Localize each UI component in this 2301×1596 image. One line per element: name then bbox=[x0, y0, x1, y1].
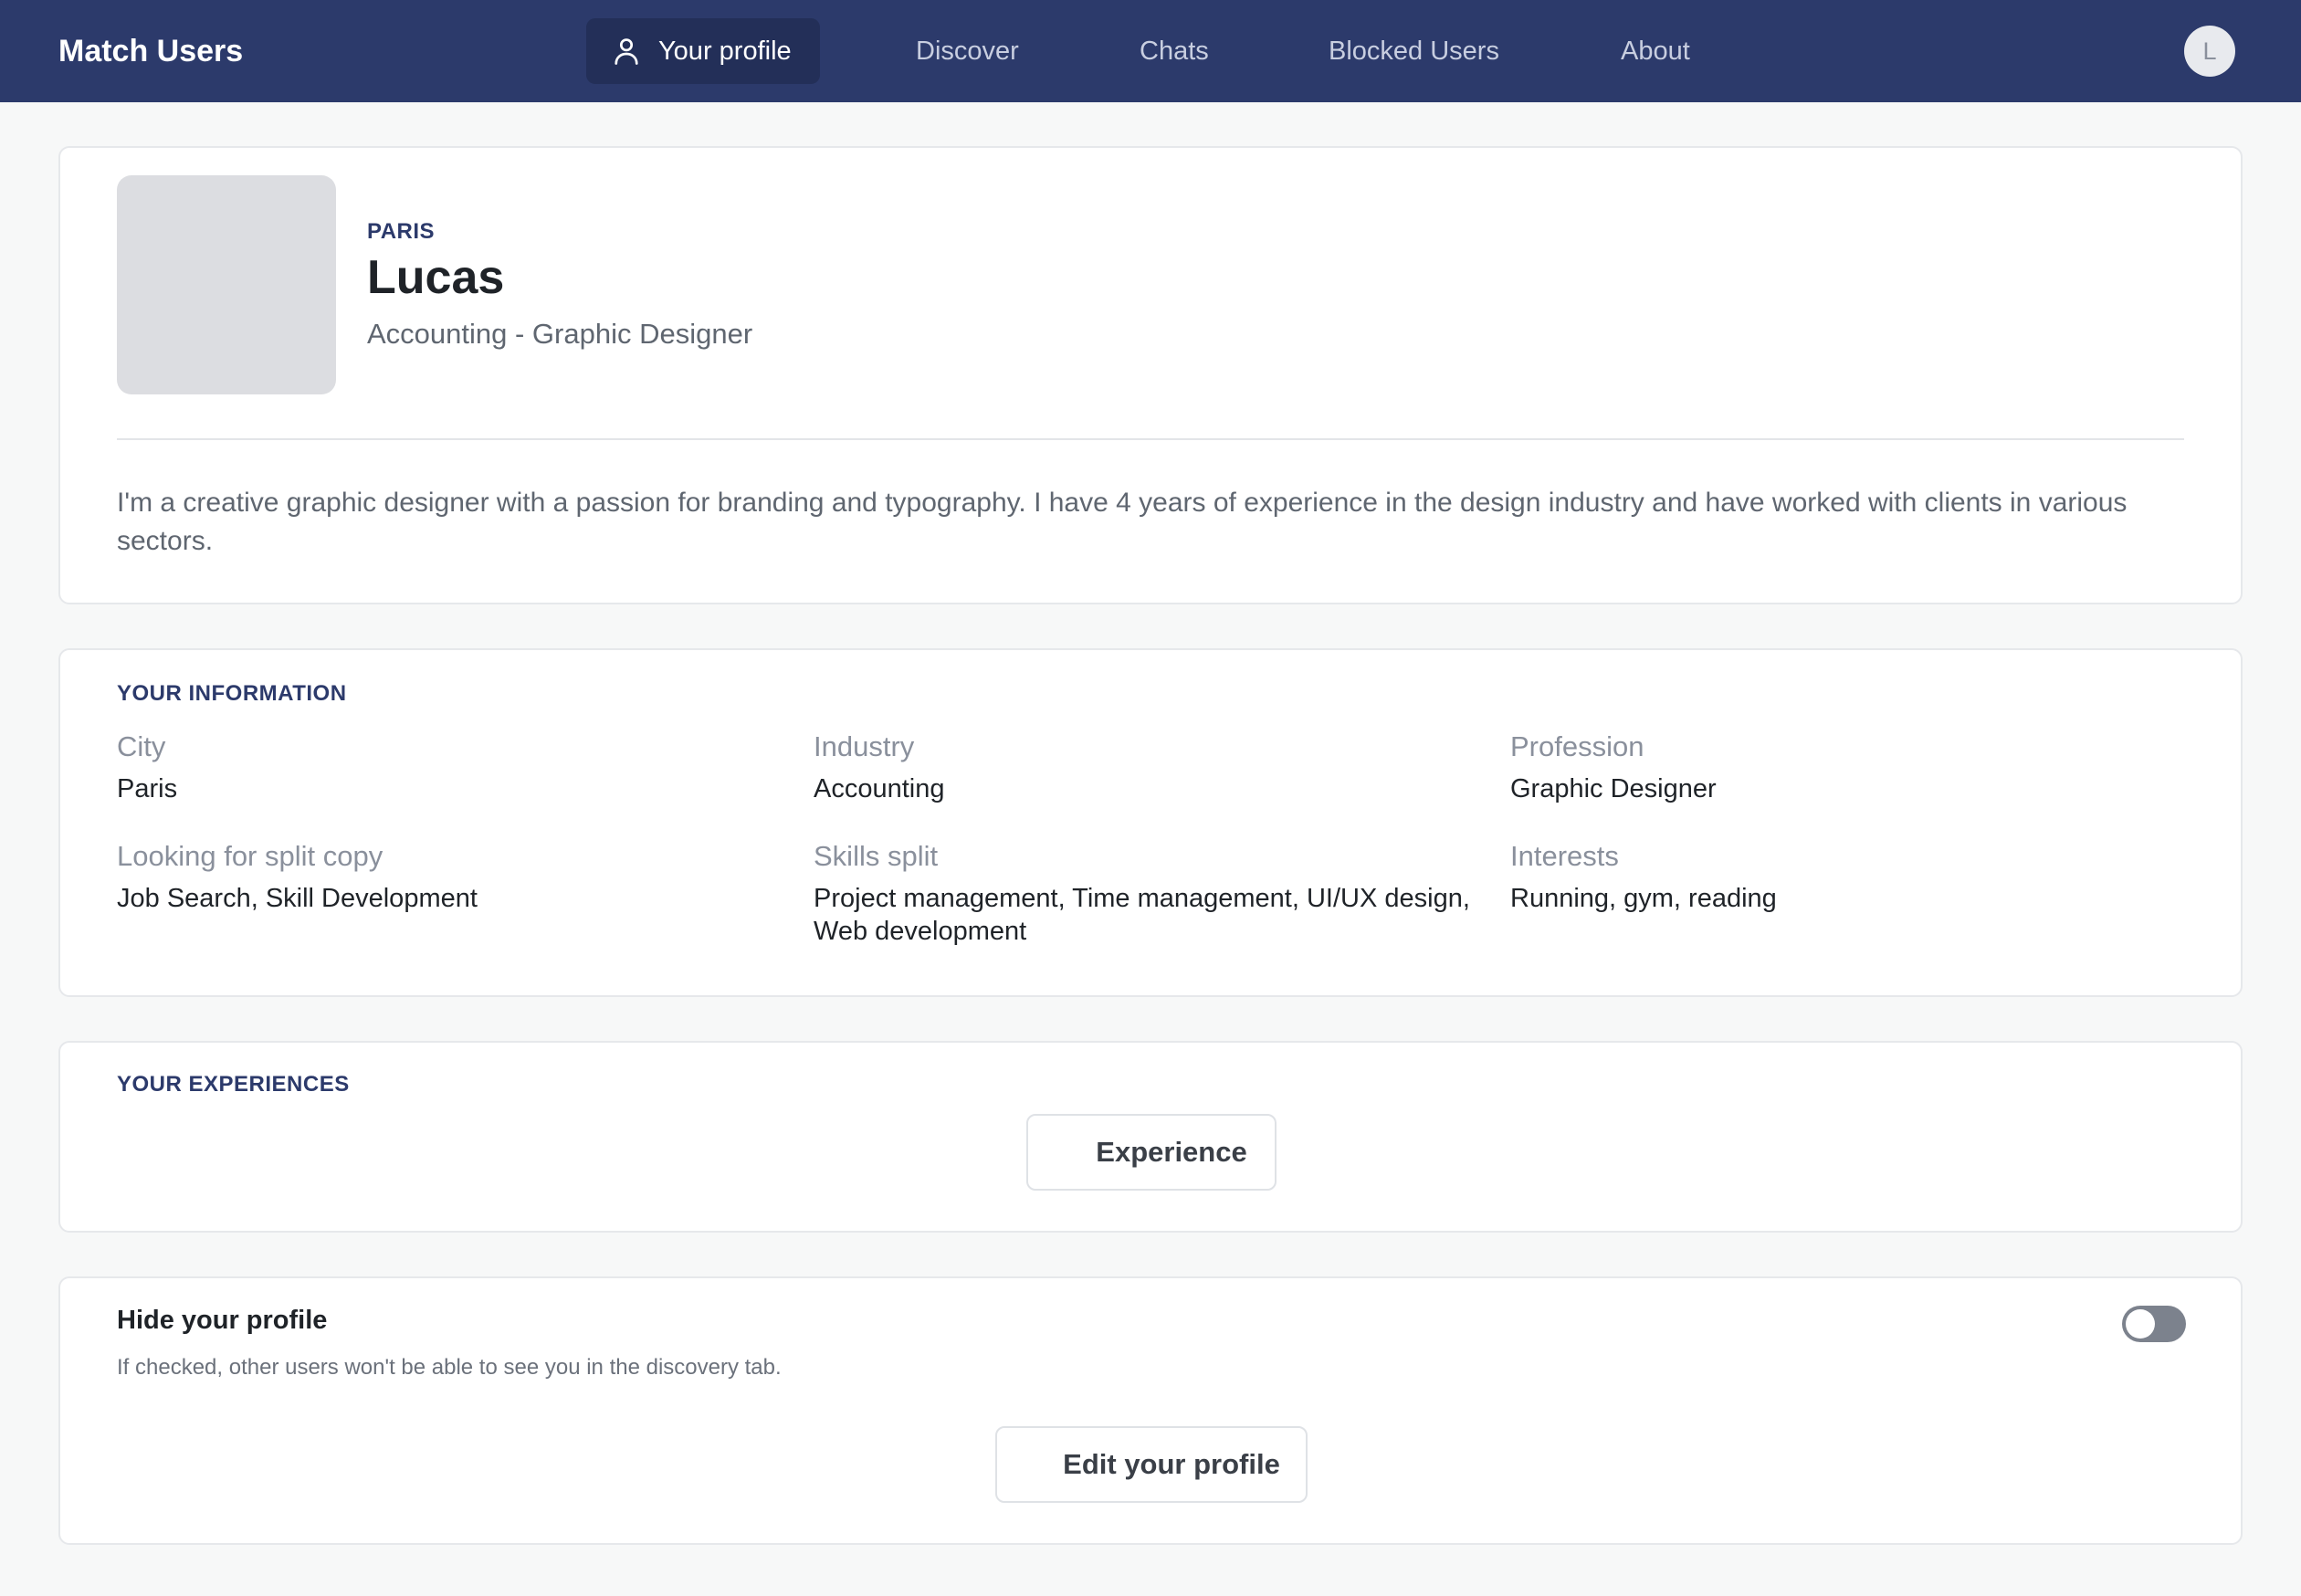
app-title[interactable]: Match Users bbox=[58, 0, 243, 102]
top-navbar: Match Users Your profile Discover Chats … bbox=[0, 0, 2301, 102]
edit-profile-button-label: Edit your profile bbox=[1063, 1448, 1280, 1480]
field-label-looking-for: Looking for split copy bbox=[117, 840, 384, 872]
visibility-card: Hide your profile If checked, other user… bbox=[58, 1276, 2243, 1545]
hide-profile-title: Hide your profile bbox=[117, 1306, 328, 1335]
toggle-knob bbox=[2126, 1309, 2155, 1339]
field-value-looking-for: Job Search, Skill Development bbox=[117, 884, 478, 913]
experience-button-label: Experience bbox=[1096, 1136, 1247, 1168]
divider bbox=[117, 438, 2184, 440]
section-title-experiences: YOUR EXPERIENCES bbox=[117, 1072, 350, 1097]
profile-subtitle: Accounting - Graphic Designer bbox=[367, 318, 753, 350]
profile-photo bbox=[117, 175, 336, 394]
nav-tab-blocked-users[interactable]: Blocked Users bbox=[1329, 0, 1499, 102]
field-value-industry: Accounting bbox=[814, 774, 945, 803]
edit-profile-button[interactable]: Edit your profile bbox=[995, 1426, 1308, 1503]
field-value-profession: Graphic Designer bbox=[1510, 774, 1717, 803]
nav-tab-your-profile[interactable]: Your profile bbox=[586, 18, 820, 84]
field-label-industry: Industry bbox=[814, 730, 915, 762]
field-value-interests: Running, gym, reading bbox=[1510, 884, 1777, 913]
section-title-information: YOUR INFORMATION bbox=[117, 681, 347, 706]
hide-profile-description: If checked, other users won't be able to… bbox=[117, 1355, 782, 1380]
nav-tab-about[interactable]: About bbox=[1621, 0, 1690, 102]
user-avatar[interactable]: L bbox=[2184, 26, 2235, 77]
profile-bio: I'm a creative graphic designer with a p… bbox=[117, 488, 2128, 556]
field-label-profession: Profession bbox=[1510, 730, 1644, 762]
field-label-interests: Interests bbox=[1510, 840, 1619, 872]
information-card: YOUR INFORMATION City Paris Industry Acc… bbox=[58, 648, 2243, 997]
profile-card: PARIS Lucas Accounting - Graphic Designe… bbox=[58, 146, 2243, 604]
nav-tab-label: Your profile bbox=[658, 37, 792, 66]
field-value-city: Paris bbox=[117, 774, 178, 803]
field-label-city: City bbox=[117, 730, 166, 762]
user-icon bbox=[615, 38, 638, 65]
profile-name: Lucas bbox=[367, 251, 505, 304]
field-label-skills: Skills split bbox=[814, 840, 939, 872]
profile-location: PARIS bbox=[367, 219, 436, 244]
nav-tab-discover[interactable]: Discover bbox=[916, 0, 1019, 102]
experiences-card: YOUR EXPERIENCES Experience bbox=[58, 1041, 2243, 1233]
field-value-skills: Project management, Time management, UI/… bbox=[814, 884, 1470, 946]
nav-tab-chats[interactable]: Chats bbox=[1140, 0, 1209, 102]
experience-button[interactable]: Experience bbox=[1026, 1114, 1277, 1191]
hide-profile-toggle[interactable] bbox=[2122, 1306, 2186, 1342]
